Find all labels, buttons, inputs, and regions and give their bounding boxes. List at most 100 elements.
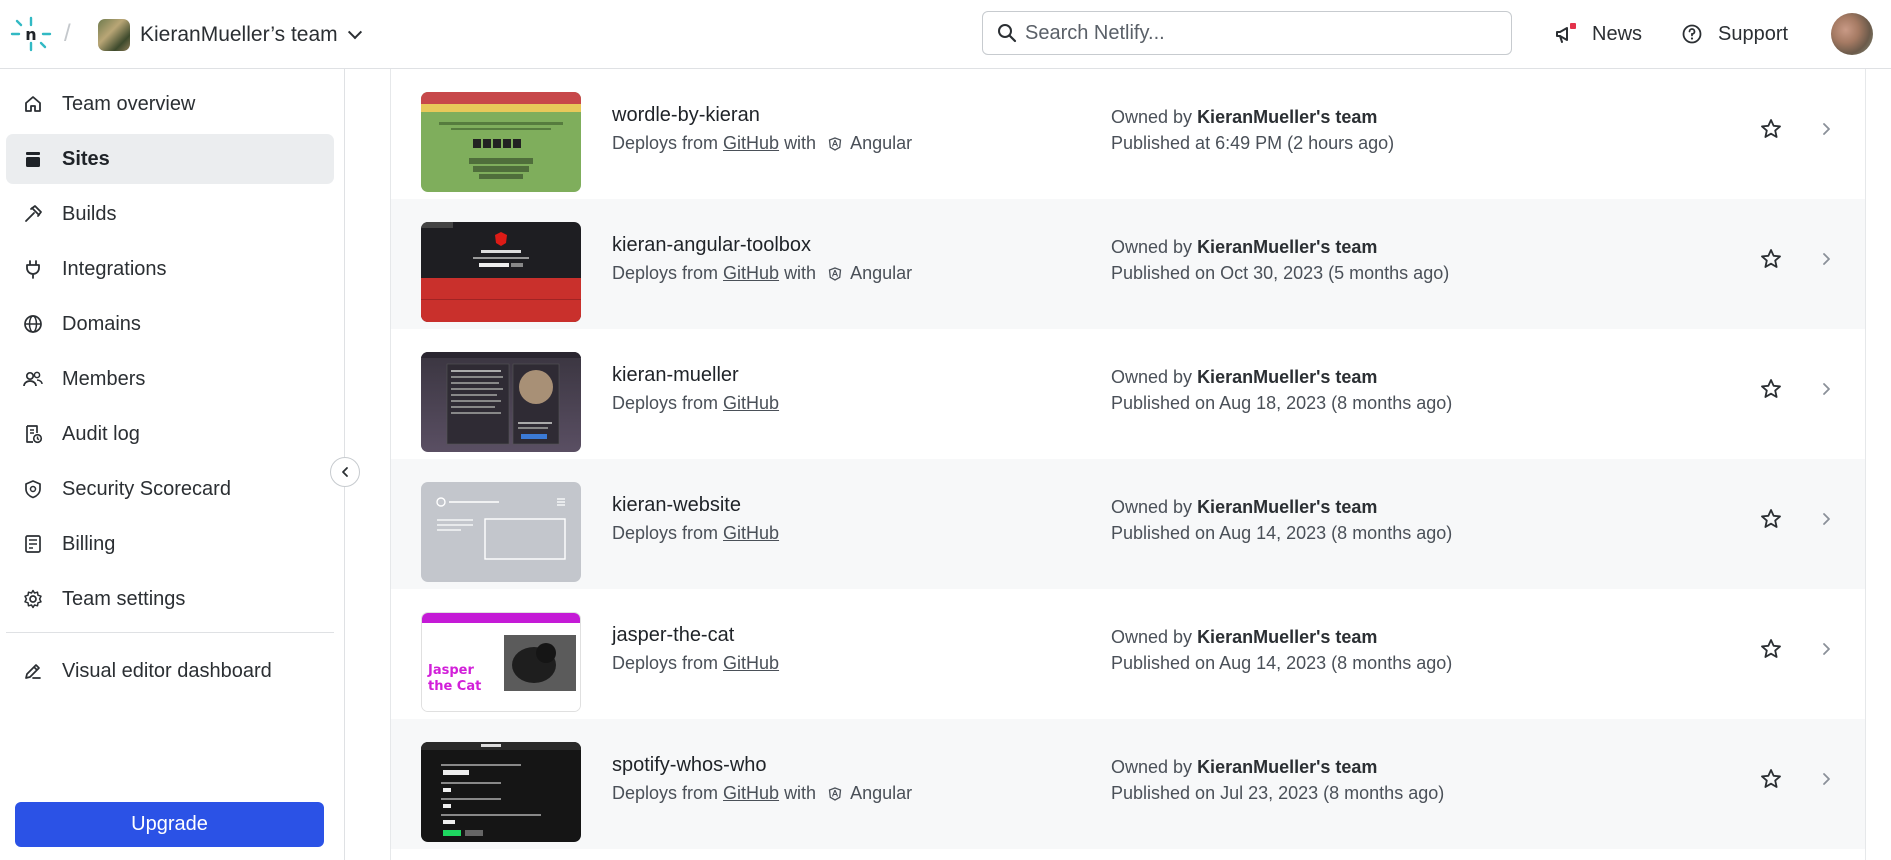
support-button[interactable]: Support	[1682, 18, 1788, 50]
sidebar-item-visual-editor-dashboard[interactable]: Visual editor dashboard	[6, 646, 334, 696]
owner-info: Owned by KieranMueller's team	[1111, 237, 1377, 258]
sidebar-item-label: Security Scorecard	[62, 477, 231, 500]
sidebar-item-audit-log[interactable]: Audit log	[6, 409, 334, 459]
deploy-info: Deploys from GitHub with Angular	[612, 133, 912, 154]
site-name[interactable]: wordle-by-kieran	[612, 104, 760, 127]
owned-by-text: Owned by	[1111, 237, 1193, 257]
owner-name: KieranMueller's team	[1197, 237, 1378, 257]
team-switcher[interactable]: KieranMueller’s team	[98, 18, 362, 52]
news-label: News	[1592, 22, 1643, 45]
published-info: Published on Oct 30, 2023 (5 months ago)	[1111, 263, 1450, 283]
angular-icon	[828, 266, 842, 281]
owner-name: KieranMueller's team	[1197, 497, 1378, 517]
thumbnail-title: Jasper the Cat	[428, 663, 482, 694]
site-row[interactable]: spotify-whos-who Deploys from GitHub wit…	[391, 719, 1865, 849]
deploys-from-text: Deploys from	[612, 523, 719, 543]
chevron-right-icon[interactable]	[1818, 510, 1834, 528]
sidebar-item-team-settings[interactable]: Team settings	[6, 574, 334, 624]
provider-link[interactable]: GitHub	[723, 133, 779, 154]
globe-icon	[22, 313, 44, 335]
deploy-info: Deploys from GitHub	[612, 523, 784, 544]
owned-by-text: Owned by	[1111, 497, 1193, 517]
sidebar-item-label: Billing	[62, 532, 116, 555]
search-box[interactable]	[982, 11, 1512, 55]
sidebar-item-builds[interactable]: Builds	[6, 189, 334, 239]
site-name[interactable]: kieran-website	[612, 494, 741, 517]
sidebar-item-domains[interactable]: Domains	[6, 299, 334, 349]
billing-icon	[22, 533, 44, 555]
collapse-sidebar-button[interactable]	[330, 457, 360, 487]
site-name[interactable]: jasper-the-cat	[612, 624, 734, 647]
site-thumbnail	[421, 352, 581, 452]
site-name[interactable]: kieran-mueller	[612, 364, 739, 387]
sidebar-item-security-scorecard[interactable]: Security Scorecard	[6, 464, 334, 514]
deploys-from-text: Deploys from	[612, 393, 719, 413]
chevron-down-icon	[347, 25, 362, 40]
sidebar-item-members[interactable]: Members	[6, 354, 334, 404]
site-row[interactable]: Jasper the Cat jasper-the-cat Deploys fr…	[391, 589, 1865, 719]
team-avatar	[98, 19, 130, 51]
deploys-from-text: Deploys from	[612, 653, 719, 673]
with-text: with	[784, 783, 817, 803]
site-name[interactable]: spotify-whos-who	[612, 754, 767, 777]
with-text: with	[784, 133, 817, 153]
star-icon[interactable]	[1759, 247, 1783, 271]
star-icon[interactable]	[1759, 377, 1783, 401]
provider-link[interactable]: GitHub	[723, 393, 779, 414]
sites-list: wordle-by-kieran Deploys from GitHub wit…	[390, 69, 1866, 860]
with-text: with	[784, 263, 817, 283]
svg-text:n: n	[25, 25, 36, 44]
sidebar-item-label: Visual editor dashboard	[62, 659, 272, 682]
sidebar-item-sites[interactable]: Sites	[6, 134, 334, 184]
star-icon[interactable]	[1759, 637, 1783, 661]
chevron-right-icon[interactable]	[1818, 640, 1834, 658]
sidebar-item-label: Audit log	[62, 422, 140, 445]
user-avatar[interactable]	[1831, 13, 1873, 55]
deploy-info: Deploys from GitHub	[612, 653, 784, 674]
owner-name: KieranMueller's team	[1197, 757, 1378, 777]
owner-name: KieranMueller's team	[1197, 367, 1378, 387]
upgrade-button[interactable]: Upgrade	[15, 802, 324, 847]
deploy-info: Deploys from GitHub with Angular	[612, 783, 912, 804]
angular-icon	[828, 786, 842, 801]
site-name[interactable]: kieran-angular-toolbox	[612, 234, 811, 257]
pencil-icon	[22, 660, 44, 682]
deploy-info: Deploys from GitHub with Angular	[612, 263, 912, 284]
sidebar-item-label: Team settings	[62, 587, 186, 610]
framework-label: Angular	[850, 783, 913, 803]
top-bar: n / KieranMueller’s team News Support	[0, 0, 1891, 69]
chevron-right-icon[interactable]	[1818, 380, 1834, 398]
owner-info: Owned by KieranMueller's team	[1111, 757, 1377, 778]
site-row[interactable]: kieran-mueller Deploys from GitHub Owned…	[391, 329, 1865, 459]
search-input[interactable]	[1025, 21, 1485, 45]
owner-info: Owned by KieranMueller's team	[1111, 497, 1377, 518]
site-row[interactable]: wordle-by-kieran Deploys from GitHub wit…	[391, 69, 1865, 199]
sidebar-item-integrations[interactable]: Integrations	[6, 244, 334, 294]
provider-link[interactable]: GitHub	[723, 263, 779, 284]
shield-icon	[22, 478, 44, 500]
star-icon[interactable]	[1759, 507, 1783, 531]
search-icon	[998, 24, 1017, 43]
site-row[interactable]: kieran-website Deploys from GitHub Owned…	[391, 459, 1865, 589]
star-icon[interactable]	[1759, 117, 1783, 141]
owned-by-text: Owned by	[1111, 107, 1193, 127]
owner-info: Owned by KieranMueller's team	[1111, 107, 1377, 128]
owner-info: Owned by KieranMueller's team	[1111, 367, 1377, 388]
provider-link[interactable]: GitHub	[723, 653, 779, 674]
sidebar-item-billing[interactable]: Billing	[6, 519, 334, 569]
chevron-right-icon[interactable]	[1818, 250, 1834, 268]
provider-link[interactable]: GitHub	[723, 523, 779, 544]
hammer-icon	[22, 203, 44, 225]
chevron-right-icon[interactable]	[1818, 770, 1834, 788]
published-info: Published at 6:49 PM (2 hours ago)	[1111, 133, 1395, 153]
chevron-right-icon[interactable]	[1818, 120, 1834, 138]
sidebar-item-label: Integrations	[62, 257, 167, 280]
netlify-logo[interactable]: n	[10, 16, 52, 52]
news-button[interactable]: News	[1554, 18, 1642, 50]
site-row[interactable]: kieran-angular-toolbox Deploys from GitH…	[391, 199, 1865, 329]
provider-link[interactable]: GitHub	[723, 783, 779, 804]
owned-by-text: Owned by	[1111, 367, 1193, 387]
sidebar-item-team-overview[interactable]: Team overview	[6, 79, 334, 129]
star-icon[interactable]	[1759, 767, 1783, 791]
megaphone-icon	[1556, 23, 1576, 43]
